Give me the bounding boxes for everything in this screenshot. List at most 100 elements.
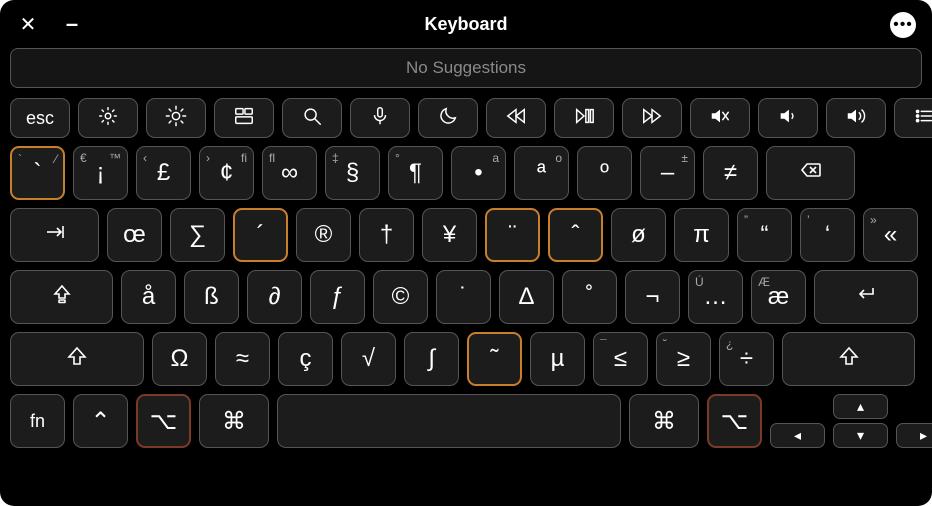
key-corner-tl: € — [80, 151, 87, 165]
delete-key[interactable] — [766, 146, 855, 200]
modifier-row: fn ⌃ ⌥ ⌘ ⌘ ⌥ ▴ ◂ ▾ ▸ — [10, 394, 922, 448]
key-label: ¬ — [645, 283, 659, 311]
shift-key-left[interactable] — [10, 332, 144, 386]
command-key-right[interactable]: ⌘ — [629, 394, 699, 448]
key-p[interactable]: π — [674, 208, 729, 262]
key-quote[interactable]: æÆ — [751, 270, 806, 324]
key-s[interactable]: ß — [184, 270, 239, 324]
play-pause-icon — [573, 105, 595, 132]
key-q[interactable]: œ — [107, 208, 162, 262]
key-u[interactable]: ¨ — [485, 208, 540, 262]
control-key[interactable]: ⌃ — [73, 394, 128, 448]
arrow-up-key[interactable]: ▴ — [833, 394, 888, 419]
key-a[interactable]: å — [121, 270, 176, 324]
key-l[interactable]: ¬ — [625, 270, 680, 324]
key-label: ∆ — [519, 283, 534, 311]
key-label: ∞ — [281, 159, 298, 187]
play-pause-key[interactable] — [554, 98, 614, 138]
key-6[interactable]: ¶° — [388, 146, 443, 200]
tab-key[interactable] — [10, 208, 99, 262]
key-rbracket[interactable]: ‘’ — [800, 208, 855, 262]
mute-key[interactable] — [690, 98, 750, 138]
command-key-left[interactable]: ⌘ — [199, 394, 269, 448]
key-9[interactable]: º — [577, 146, 632, 200]
arrow-down-key[interactable]: ▾ — [833, 423, 888, 448]
key-label: µ — [551, 345, 565, 373]
key-label: √ — [362, 345, 375, 373]
dictation-key[interactable] — [350, 98, 410, 138]
key-h[interactable]: ˙ — [436, 270, 491, 324]
spacebar[interactable] — [277, 394, 621, 448]
key-corner-tl: ‡ — [332, 151, 339, 165]
key-g[interactable]: © — [373, 270, 428, 324]
key-period[interactable]: ≥˘ — [656, 332, 711, 386]
key-backslash[interactable]: «» — [863, 208, 918, 262]
minimize-button[interactable]: – — [60, 12, 84, 36]
key-f[interactable]: ƒ — [310, 270, 365, 324]
arrow-left-key[interactable]: ◂ — [770, 423, 825, 448]
key-y[interactable]: ¥ — [422, 208, 477, 262]
key-m[interactable]: µ — [530, 332, 585, 386]
function-row: esc — [10, 98, 922, 138]
key-7[interactable]: •a — [451, 146, 506, 200]
key-label: • — [474, 159, 482, 187]
home-row: åß∂ ƒ ©˙ ∆ ˚ ¬ …ÚæÆ — [10, 270, 922, 324]
key-label: ¥ — [443, 221, 456, 249]
key-w[interactable]: ∑ — [170, 208, 225, 262]
key-comma[interactable]: ≤¯ — [593, 332, 648, 386]
mission-control-key[interactable] — [214, 98, 274, 138]
brightness-up-key[interactable] — [146, 98, 206, 138]
key-corner-tl: ¿ — [726, 337, 733, 351]
key-label: ª — [537, 159, 546, 187]
key-semicolon[interactable]: …Ú — [688, 270, 743, 324]
volume-up-key[interactable] — [826, 98, 886, 138]
key-lbracket[interactable]: “” — [737, 208, 792, 262]
key-grave[interactable]: ``⁄ — [10, 146, 65, 200]
key-d[interactable]: ∂ — [247, 270, 302, 324]
fn-key[interactable]: fn — [10, 394, 65, 448]
volume-down-key[interactable] — [758, 98, 818, 138]
brightness-down-key[interactable] — [78, 98, 138, 138]
key-j[interactable]: ∆ — [499, 270, 554, 324]
key-b[interactable]: ∫ — [404, 332, 459, 386]
list-key[interactable] — [894, 98, 932, 138]
close-button[interactable]: ✕ — [16, 12, 40, 36]
rewind-key[interactable] — [486, 98, 546, 138]
shift-key-right[interactable] — [782, 332, 915, 386]
key-label: ƒ — [331, 283, 344, 311]
key-slash[interactable]: ÷¿ — [719, 332, 774, 386]
key-r[interactable]: ® — [296, 208, 351, 262]
spotlight-key[interactable] — [282, 98, 342, 138]
key-4[interactable]: ∞fl — [262, 146, 317, 200]
key-z[interactable]: Ω — [152, 332, 207, 386]
key-c[interactable]: ç — [278, 332, 333, 386]
key-k[interactable]: ˚ — [562, 270, 617, 324]
arrow-right-key[interactable]: ▸ — [896, 423, 932, 448]
fast-forward-key[interactable] — [622, 98, 682, 138]
key-t[interactable]: † — [359, 208, 414, 262]
fast-forward-icon — [641, 105, 663, 132]
option-key-left[interactable]: ⌥ — [136, 394, 191, 448]
key-corner-tl: ’ — [807, 213, 810, 227]
option-key-right[interactable]: ⌥ — [707, 394, 762, 448]
key-1[interactable]: ¡€™ — [73, 146, 128, 200]
bottom-letter-row: Ω≈ç √ ∫˜ µ ≤¯≥˘÷¿ — [10, 332, 922, 386]
key-2[interactable]: £‹ — [136, 146, 191, 200]
key-3[interactable]: ¢›fi — [199, 146, 254, 200]
key-minus[interactable]: ≠ — [703, 146, 758, 200]
caps-lock-key[interactable] — [10, 270, 113, 324]
more-button[interactable]: ••• — [890, 12, 916, 38]
key-e[interactable]: ´ — [233, 208, 288, 262]
do-not-disturb-key[interactable] — [418, 98, 478, 138]
key-0[interactable]: –± — [640, 146, 695, 200]
key-8[interactable]: ªo — [514, 146, 569, 200]
return-key[interactable] — [814, 270, 918, 324]
key-x[interactable]: ≈ — [215, 332, 270, 386]
key-o[interactable]: ø — [611, 208, 666, 262]
key-v[interactable]: √ — [341, 332, 396, 386]
key-5[interactable]: §‡ — [325, 146, 380, 200]
esc-key[interactable]: esc — [10, 98, 70, 138]
key-label: ® — [315, 221, 333, 249]
key-n[interactable]: ˜ — [467, 332, 522, 386]
key-i[interactable]: ˆ — [548, 208, 603, 262]
